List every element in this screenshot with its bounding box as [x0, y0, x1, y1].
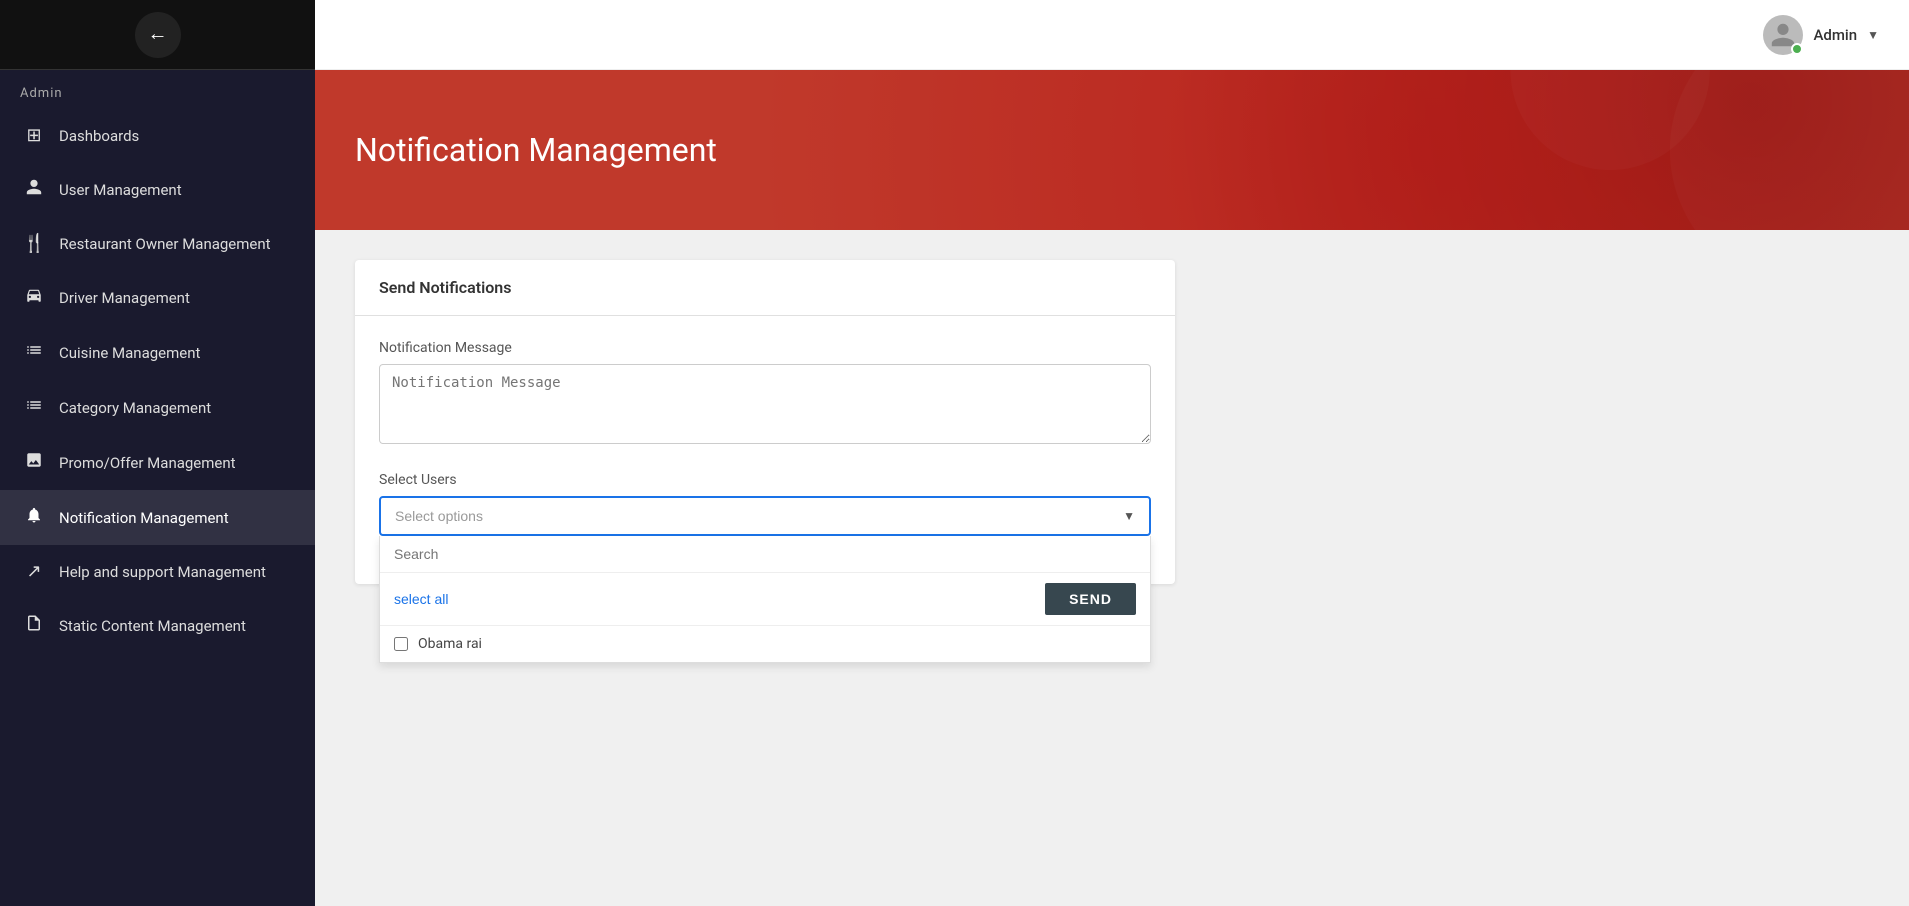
- help-icon: ↗: [23, 561, 45, 582]
- sidebar-item-label: Promo/Offer Management: [59, 454, 236, 472]
- card-body: Notification Message Select Users Select…: [355, 316, 1175, 584]
- sidebar-item-label: Category Management: [59, 399, 211, 417]
- sidebar-item-label: Restaurant Owner Management: [59, 235, 270, 253]
- select-users-dropdown-wrapper: Select options ▼ select all SEND: [379, 496, 1151, 536]
- sidebar-item-dashboards[interactable]: ⊞ Dashboards: [0, 109, 315, 162]
- sidebar-item-static-content-management[interactable]: Static Content Management: [0, 598, 315, 653]
- sidebar-header: ←: [0, 0, 315, 70]
- user-icon: [23, 178, 45, 201]
- sidebar-item-label: Help and support Management: [59, 563, 266, 581]
- static-content-icon: [23, 614, 45, 637]
- sidebar-admin-label: Admin: [0, 70, 315, 109]
- notification-message-textarea[interactable]: [379, 364, 1151, 444]
- obama-rai-checkbox[interactable]: [394, 637, 408, 651]
- select-options-placeholder: Select options: [395, 508, 483, 524]
- category-icon: [23, 396, 45, 419]
- sidebar-item-restaurant-owner-management[interactable]: 🍴 Restaurant Owner Management: [0, 217, 315, 270]
- promo-icon: [23, 451, 45, 474]
- dropdown-actions: select all SEND: [380, 573, 1150, 626]
- sidebar-item-promo-offer-management[interactable]: Promo/Offer Management: [0, 435, 315, 490]
- sidebar-item-user-management[interactable]: User Management: [0, 162, 315, 217]
- select-users-label: Select Users: [379, 472, 1151, 488]
- sidebar-item-driver-management[interactable]: Driver Management: [0, 270, 315, 325]
- dashboards-icon: ⊞: [23, 125, 45, 146]
- send-notifications-card: Send Notifications Notification Message …: [355, 260, 1175, 584]
- sidebar-item-label: Dashboards: [59, 127, 139, 145]
- page-title: Notification Management: [355, 131, 717, 169]
- hero-banner: Notification Management: [315, 70, 1909, 230]
- content-area: Send Notifications Notification Message …: [315, 230, 1909, 614]
- sidebar-item-label: User Management: [59, 181, 182, 199]
- sidebar-item-label: Driver Management: [59, 289, 190, 307]
- topbar: Admin ▼: [315, 0, 1909, 70]
- chevron-down-icon: ▼: [1867, 28, 1879, 42]
- select-all-button[interactable]: select all: [394, 591, 448, 607]
- restaurant-icon: 🍴: [23, 233, 45, 254]
- topbar-user-menu[interactable]: Admin ▼: [1763, 15, 1879, 55]
- notification-message-group: Notification Message: [379, 340, 1151, 448]
- select-users-group: Select Users Select options ▼ select all…: [379, 472, 1151, 536]
- topbar-username: Admin: [1813, 26, 1857, 44]
- sidebar-item-cuisine-management[interactable]: Cuisine Management: [0, 325, 315, 380]
- online-status-dot: [1791, 43, 1803, 55]
- card-header: Send Notifications: [355, 260, 1175, 316]
- sidebar-item-label: Notification Management: [59, 509, 229, 527]
- dropdown-item-obama-rai: Obama rai: [380, 626, 1150, 662]
- sidebar-item-label: Cuisine Management: [59, 344, 200, 362]
- chevron-down-icon: ▼: [1123, 509, 1135, 523]
- main-content: Notification Management Send Notificatio…: [315, 70, 1909, 906]
- sidebar-item-notification-management[interactable]: Notification Management: [0, 490, 315, 545]
- sidebar-toggle-button[interactable]: ←: [135, 12, 181, 58]
- sidebar-nav: ⊞ Dashboards User Management 🍴 Restauran…: [0, 109, 315, 653]
- notification-message-label: Notification Message: [379, 340, 1151, 356]
- sidebar: ← Admin ⊞ Dashboards User Management 🍴 R…: [0, 0, 315, 906]
- select-users-dropdown-button[interactable]: Select options ▼: [379, 496, 1151, 536]
- avatar: [1763, 15, 1803, 55]
- toggle-icon: ←: [148, 23, 168, 46]
- dropdown-panel: select all SEND Obama rai: [379, 536, 1151, 663]
- notification-icon: [23, 506, 45, 529]
- sidebar-item-help-support-management[interactable]: ↗ Help and support Management: [0, 545, 315, 598]
- cuisine-icon: [23, 341, 45, 364]
- driver-icon: [23, 286, 45, 309]
- sidebar-item-label: Static Content Management: [59, 617, 246, 635]
- obama-rai-label: Obama rai: [418, 636, 482, 652]
- send-button[interactable]: SEND: [1045, 583, 1136, 615]
- dropdown-search-input[interactable]: [380, 536, 1150, 573]
- hero-banner-bg: [1112, 70, 1909, 230]
- sidebar-item-category-management[interactable]: Category Management: [0, 380, 315, 435]
